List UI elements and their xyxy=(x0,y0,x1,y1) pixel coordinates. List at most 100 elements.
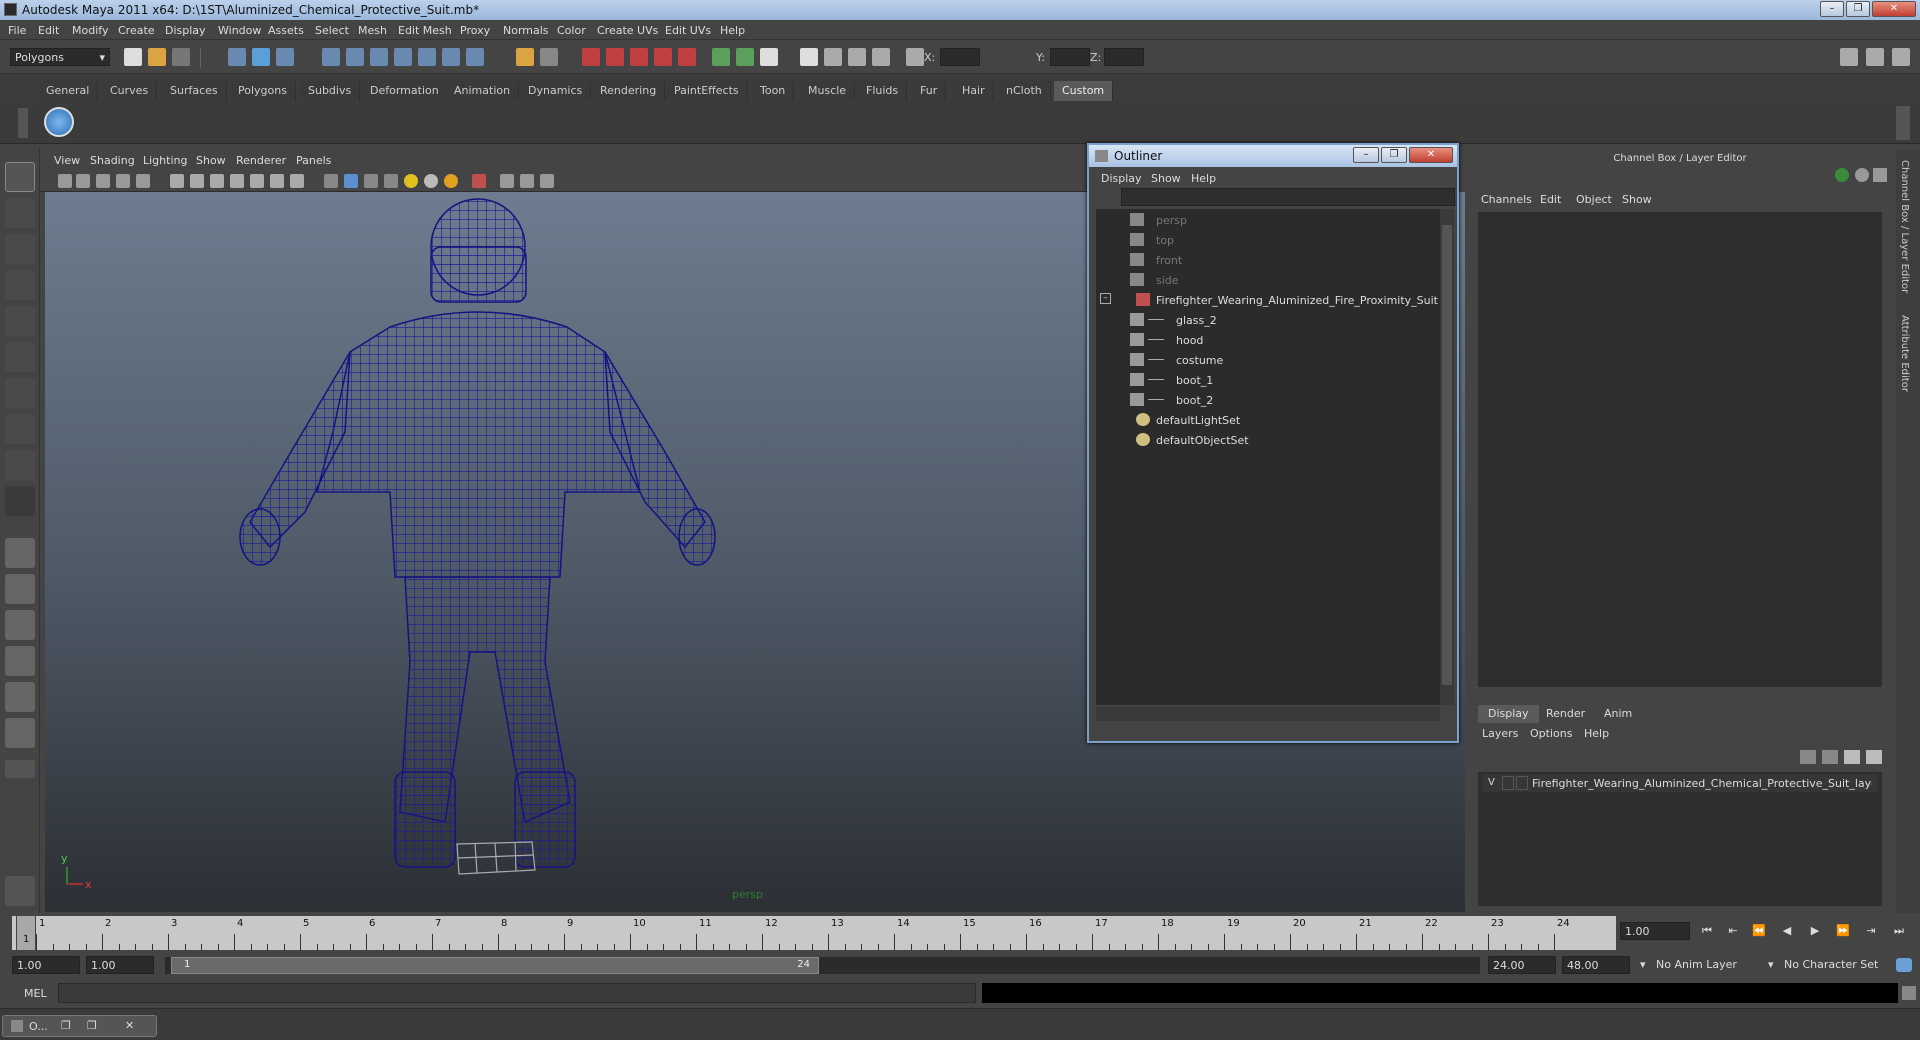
animation-start-field[interactable]: 1.00 xyxy=(12,956,80,974)
chevron-down-icon[interactable]: ▾ xyxy=(1636,956,1646,974)
smooth-shade-icon[interactable] xyxy=(344,174,358,188)
render-settings-icon[interactable] xyxy=(630,48,648,66)
animation-end-field[interactable]: 48.00 xyxy=(1562,956,1630,974)
layer-display-type-toggle[interactable] xyxy=(1516,776,1528,790)
outliner-item-top[interactable]: top xyxy=(1096,231,1436,249)
transform-field-icon[interactable] xyxy=(906,48,924,66)
menu-set-dropdown[interactable]: Polygons ▾ xyxy=(10,48,110,66)
side-tab-channel-box[interactable]: Channel Box / Layer Editor xyxy=(1899,160,1910,293)
shelf-tab-fluids[interactable]: Fluids xyxy=(858,81,908,101)
persp-uv-layout-icon[interactable] xyxy=(5,718,35,748)
outliner-menu-show[interactable]: Show xyxy=(1151,172,1181,185)
render-view-icon[interactable] xyxy=(678,48,696,66)
persp-graph-layout-icon[interactable] xyxy=(5,646,35,676)
mel-label[interactable]: MEL xyxy=(24,987,47,1000)
grid-layout-icon[interactable] xyxy=(872,48,890,66)
shelf-tab-animation[interactable]: Animation xyxy=(446,81,520,101)
textured-icon[interactable] xyxy=(384,174,398,188)
script-editor-icon[interactable] xyxy=(1902,986,1916,1000)
playback-end-field[interactable]: 24.00 xyxy=(1488,956,1556,974)
shelf-tab-surfaces[interactable]: Surfaces xyxy=(162,81,227,101)
layer-menu-layers[interactable]: Layers xyxy=(1482,727,1518,740)
clipboard-icon[interactable] xyxy=(760,48,778,66)
menu-create[interactable]: Create xyxy=(118,24,155,37)
lasso-tool-icon[interactable] xyxy=(5,198,35,228)
outliner-item-boot-2[interactable]: boot_2 xyxy=(1096,391,1436,409)
shelf-tab-hair[interactable]: Hair xyxy=(954,81,994,101)
outliner-item-front[interactable]: front xyxy=(1096,251,1436,269)
shelf-tab-ncloth[interactable]: nCloth xyxy=(998,81,1051,101)
channel-box-toggle-icon[interactable] xyxy=(1892,48,1910,66)
save-scene-icon[interactable] xyxy=(172,48,190,66)
scale-tool-icon[interactable] xyxy=(5,342,35,372)
y-field[interactable] xyxy=(1050,48,1090,66)
checkmark-icon[interactable] xyxy=(44,107,74,137)
lock-icon[interactable] xyxy=(1855,168,1869,182)
shelf-tab-fur[interactable]: Fur xyxy=(912,81,947,101)
menu-normals[interactable]: Normals xyxy=(503,24,549,37)
command-input[interactable] xyxy=(58,983,976,1003)
move-tool-icon[interactable] xyxy=(5,270,35,300)
snap-live-icon[interactable] xyxy=(442,48,460,66)
bookmark-icon[interactable] xyxy=(96,174,110,188)
outliner-item-hood[interactable]: hood xyxy=(1096,331,1436,349)
open-scene-icon[interactable] xyxy=(148,48,166,66)
filter-icon[interactable] xyxy=(1097,190,1115,204)
close-icon[interactable]: ✕ xyxy=(125,1019,134,1032)
collapse-toggle[interactable]: – xyxy=(1100,293,1111,304)
shelf-tab-rendering[interactable]: Rendering xyxy=(592,81,666,101)
new-scene-icon[interactable] xyxy=(124,48,142,66)
channel-box-menu-object[interactable]: Object xyxy=(1576,193,1612,206)
persp-layout-icon[interactable] xyxy=(824,48,842,66)
hypershade-icon[interactable] xyxy=(654,48,672,66)
viewport-menu-renderer[interactable]: Renderer xyxy=(236,154,286,167)
character-set-dropdown[interactable]: No Character Set xyxy=(1780,956,1890,974)
channel-box-menu-channels[interactable]: Channels xyxy=(1481,193,1532,206)
shelf-tab-general[interactable]: General xyxy=(38,81,99,101)
resolution-gate-icon[interactable] xyxy=(210,174,224,188)
construction-history-icon[interactable] xyxy=(540,48,558,66)
chevron-down-icon[interactable]: ▾ xyxy=(1764,956,1774,974)
use-all-lights-icon[interactable] xyxy=(404,174,418,188)
snap-surface-icon[interactable] xyxy=(418,48,436,66)
current-time-marker[interactable]: 1 xyxy=(16,916,36,950)
time-slider[interactable]: 1 1 2 3 4 5 6 7 8 9 10 11 12 13 14 15 16 17 18 19 20 21 22 23 2… xyxy=(12,916,1616,950)
four-pane-layout-icon[interactable] xyxy=(5,574,35,604)
shadows-icon[interactable] xyxy=(424,174,438,188)
menu-assets[interactable]: Assets xyxy=(268,24,304,37)
menu-create-uvs[interactable]: Create UVs xyxy=(597,24,658,37)
anim-layer-dropdown[interactable]: No Anim Layer xyxy=(1652,956,1762,974)
last-tool-icon[interactable] xyxy=(5,486,35,516)
history-icon[interactable] xyxy=(516,48,534,66)
minimized-outliner-item[interactable]: O... ❐ ❐ ✕ xyxy=(2,1015,157,1037)
outliner-item-group[interactable]: – Firefighter_Wearing_Aluminized_Fire_Pr… xyxy=(1096,291,1438,309)
render-frame-icon[interactable] xyxy=(582,48,600,66)
outliner-item-glass-2[interactable]: glass_2 xyxy=(1096,311,1436,329)
step-back-key-button[interactable]: ⏪ xyxy=(1748,924,1770,940)
window-layout-icon[interactable] xyxy=(800,48,818,66)
high-quality-icon[interactable] xyxy=(444,174,458,188)
persp-outliner-layout-icon[interactable] xyxy=(5,610,35,640)
select-hierarchy-icon[interactable] xyxy=(228,48,246,66)
outliner-item-default-object-set[interactable]: defaultObjectSet xyxy=(1096,431,1436,449)
attribute-editor-toggle-icon[interactable] xyxy=(1840,48,1858,66)
go-to-end-button[interactable]: ⏭ xyxy=(1888,924,1910,940)
outliner-menu-display[interactable]: Display xyxy=(1101,172,1142,185)
range-slider-handle[interactable]: 1 24 xyxy=(171,957,819,974)
edit-icon[interactable] xyxy=(1873,168,1887,182)
menu-help[interactable]: Help xyxy=(720,24,745,37)
outliner-minimize-button[interactable]: – xyxy=(1353,147,1379,163)
side-tab-attribute-editor[interactable]: Attribute Editor xyxy=(1899,315,1910,392)
image-plane-icon[interactable] xyxy=(116,174,130,188)
viewport-menu-shading[interactable]: Shading xyxy=(90,154,135,167)
x-field[interactable] xyxy=(940,48,980,66)
select-camera-icon[interactable] xyxy=(58,174,72,188)
maximize-icon[interactable]: ❐ xyxy=(87,1019,97,1032)
safe-action-icon[interactable] xyxy=(270,174,284,188)
single-pane-layout-icon[interactable] xyxy=(5,538,35,568)
range-slider[interactable]: 1 24 xyxy=(165,957,1480,974)
wireframe-icon[interactable] xyxy=(324,174,338,188)
step-forward-key-button[interactable]: ⏩ xyxy=(1832,924,1854,940)
relative-mode-icon[interactable] xyxy=(736,48,754,66)
menu-color[interactable]: Color xyxy=(557,24,586,37)
